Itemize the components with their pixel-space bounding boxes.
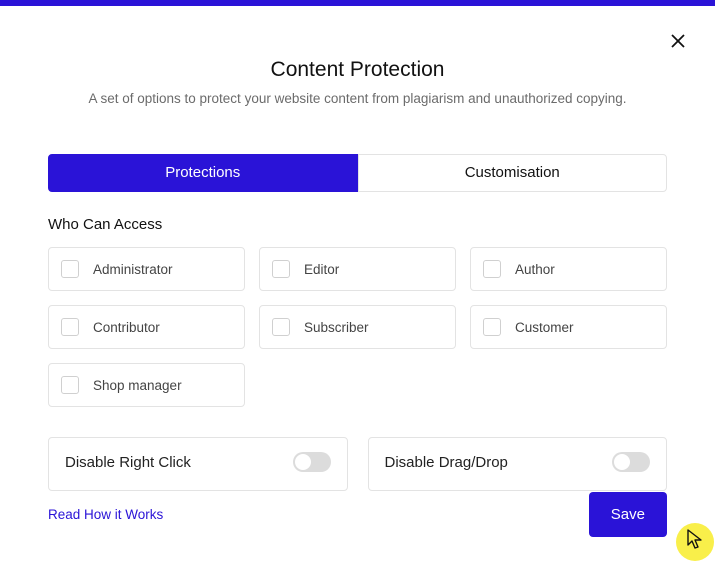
toggle-label: Disable Drag/Drop (385, 454, 508, 471)
save-button[interactable]: Save (589, 492, 667, 537)
tabs: Protections Customisation (48, 154, 667, 192)
checkbox-icon (61, 318, 79, 336)
role-contributor[interactable]: Contributor (48, 305, 245, 349)
role-administrator[interactable]: Administrator (48, 247, 245, 291)
checkbox-icon (272, 260, 290, 278)
modal-header: Content Protection A set of options to p… (0, 6, 715, 106)
modal-subtitle: A set of options to protect your website… (0, 91, 715, 106)
role-label: Customer (515, 320, 574, 335)
role-shop-manager[interactable]: Shop manager (48, 363, 245, 407)
disable-right-click-toggle[interactable] (293, 452, 331, 472)
checkbox-icon (272, 318, 290, 336)
who-can-access-label: Who Can Access (48, 216, 667, 233)
checkbox-icon (61, 260, 79, 278)
role-customer[interactable]: Customer (470, 305, 667, 349)
tab-content: Who Can Access Administrator Editor Auth… (0, 192, 715, 491)
role-label: Editor (304, 262, 339, 277)
checkbox-icon (483, 318, 501, 336)
toggle-knob-icon (295, 454, 311, 470)
checkbox-icon (483, 260, 501, 278)
role-label: Administrator (93, 262, 173, 277)
close-button[interactable] (669, 34, 687, 52)
role-label: Author (515, 262, 555, 277)
role-label: Shop manager (93, 378, 182, 393)
read-how-it-works-link[interactable]: Read How it Works (48, 507, 163, 522)
role-author[interactable]: Author (470, 247, 667, 291)
role-grid: Administrator Editor Author Contributor … (48, 247, 667, 407)
modal-footer: Read How it Works Save (0, 492, 715, 537)
close-icon (671, 34, 685, 53)
disable-drag-drop-toggle[interactable] (612, 452, 650, 472)
disable-right-click-card: Disable Right Click (48, 437, 348, 491)
toggle-knob-icon (614, 454, 630, 470)
role-editor[interactable]: Editor (259, 247, 456, 291)
content-protection-modal: Content Protection A set of options to p… (0, 6, 715, 491)
checkbox-icon (61, 376, 79, 394)
role-label: Subscriber (304, 320, 369, 335)
role-label: Contributor (93, 320, 160, 335)
toggle-label: Disable Right Click (65, 454, 191, 471)
tab-protections[interactable]: Protections (48, 154, 358, 192)
disable-drag-drop-card: Disable Drag/Drop (368, 437, 668, 491)
toggle-row: Disable Right Click Disable Drag/Drop (48, 437, 667, 491)
modal-title: Content Protection (0, 58, 715, 82)
tab-customisation[interactable]: Customisation (358, 154, 668, 192)
role-subscriber[interactable]: Subscriber (259, 305, 456, 349)
